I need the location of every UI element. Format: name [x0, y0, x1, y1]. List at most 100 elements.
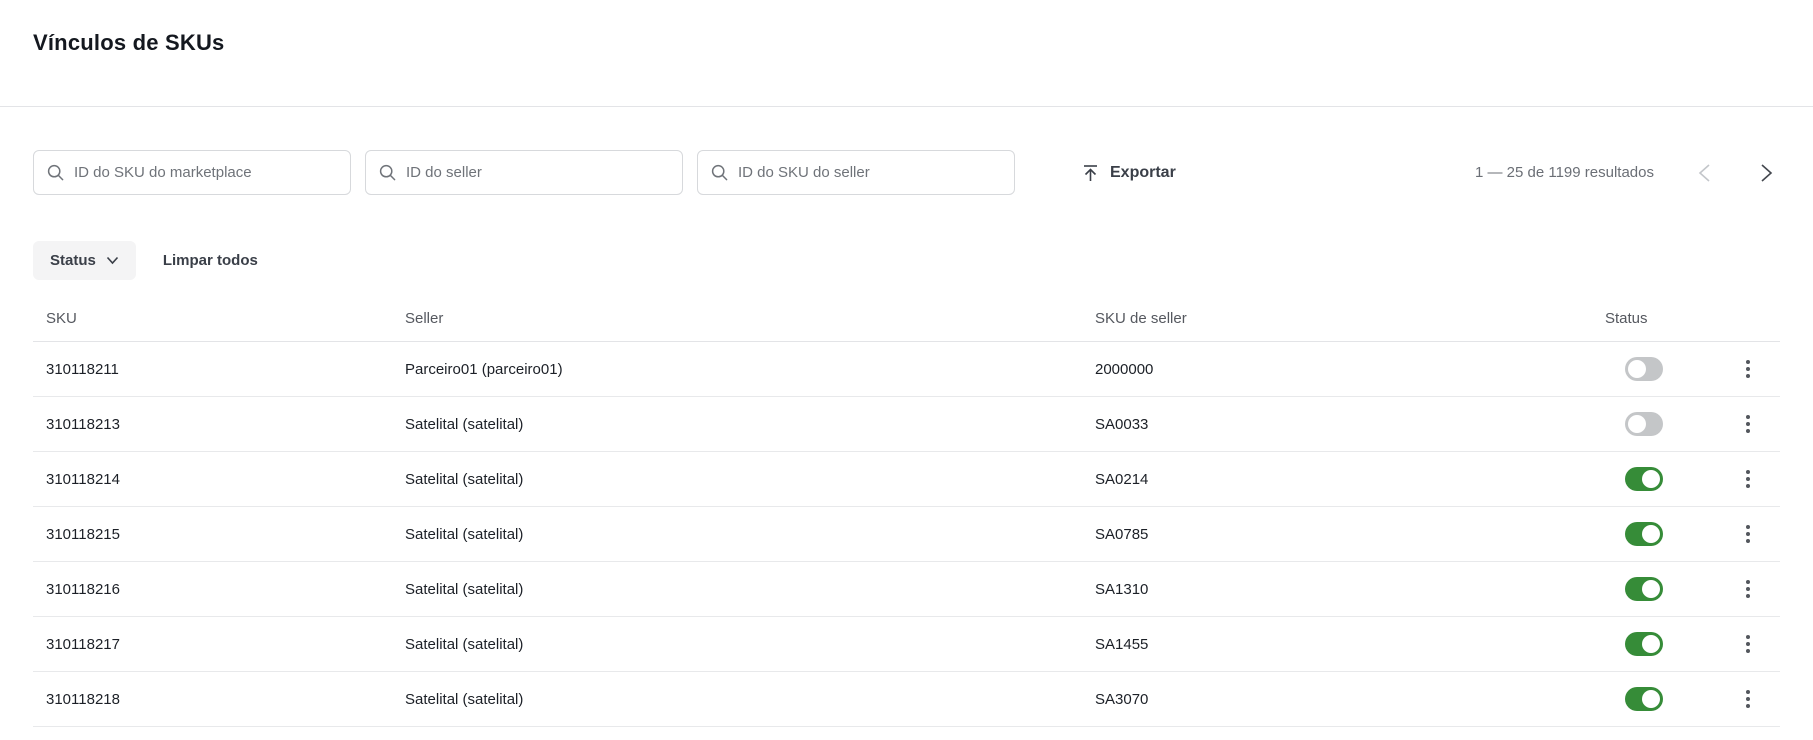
cell-sku: 310118213 — [46, 416, 405, 433]
toggle-knob — [1642, 580, 1660, 598]
row-actions-kebab-button[interactable] — [1740, 409, 1756, 439]
row-actions-kebab-button[interactable] — [1740, 629, 1756, 659]
cell-seller-sku: SA1310 — [1095, 581, 1605, 598]
row-actions-kebab-button[interactable] — [1740, 354, 1756, 384]
status-toggle[interactable] — [1625, 687, 1663, 711]
table-row: 310118217 Satelital (satelital) SA1455 — [33, 617, 1780, 672]
table-body: 310118211 Parceiro01 (parceiro01) 200000… — [33, 342, 1780, 727]
kebab-dot — [1746, 422, 1750, 426]
status-toggle[interactable] — [1625, 522, 1663, 546]
cell-seller-sku: SA1455 — [1095, 636, 1605, 653]
table-row: 310118215 Satelital (satelital) SA0785 — [33, 507, 1780, 562]
toggle-knob — [1642, 525, 1660, 543]
toggle-knob — [1642, 635, 1660, 653]
table-row: 310118216 Satelital (satelital) SA1310 — [33, 562, 1780, 617]
kebab-dot — [1746, 525, 1750, 529]
cell-seller: Satelital (satelital) — [405, 471, 1095, 488]
pagination: 1 — 25 de 1199 resultados — [1475, 159, 1780, 187]
kebab-dot — [1746, 470, 1750, 474]
cell-sku: 310118217 — [46, 636, 405, 653]
column-header-seller-sku: SKU de seller — [1095, 310, 1605, 327]
kebab-dot — [1746, 704, 1750, 708]
kebab-dot — [1746, 594, 1750, 598]
page-title: Vínculos de SKUs — [33, 30, 1780, 56]
cell-seller-sku: 2000000 — [1095, 361, 1605, 378]
filter-row: Status Limpar todos — [33, 241, 1780, 280]
cell-status — [1605, 632, 1715, 656]
column-header-sku: SKU — [46, 310, 405, 327]
status-filter-button[interactable]: Status — [33, 241, 136, 280]
toggle-knob — [1628, 360, 1646, 378]
row-actions-kebab-button[interactable] — [1740, 574, 1756, 604]
kebab-dot — [1746, 477, 1750, 481]
sku-links-page: Vínculos de SKUs — [0, 0, 1813, 727]
kebab-dot — [1746, 587, 1750, 591]
status-toggle[interactable] — [1625, 577, 1663, 601]
kebab-dot — [1746, 429, 1750, 433]
search-seller-input[interactable] — [365, 150, 683, 195]
status-toggle[interactable] — [1625, 357, 1663, 381]
chevron-down-icon — [106, 256, 119, 265]
row-actions-kebab-button[interactable] — [1740, 684, 1756, 714]
kebab-dot — [1746, 360, 1750, 364]
cell-status — [1605, 467, 1715, 491]
cell-seller: Satelital (satelital) — [405, 691, 1095, 708]
status-toggle[interactable] — [1625, 412, 1663, 436]
cell-seller-sku: SA0214 — [1095, 471, 1605, 488]
search-marketplace-sku-field — [33, 150, 351, 195]
kebab-dot — [1746, 374, 1750, 378]
chevron-right-icon — [1760, 163, 1773, 183]
row-actions-kebab-button[interactable] — [1740, 464, 1756, 494]
cell-seller: Satelital (satelital) — [405, 581, 1095, 598]
column-header-seller: Seller — [405, 310, 1095, 327]
kebab-dot — [1746, 642, 1750, 646]
cell-seller-sku: SA0033 — [1095, 416, 1605, 433]
page-header: Vínculos de SKUs — [0, 0, 1813, 107]
toggle-knob — [1628, 415, 1646, 433]
page-content: Exportar 1 — 25 de 1199 resultados St — [0, 150, 1813, 727]
clear-all-filters-button[interactable]: Limpar todos — [163, 252, 258, 269]
search-marketplace-sku-input[interactable] — [33, 150, 351, 195]
search-seller-sku-field — [697, 150, 1015, 195]
row-actions-kebab-button[interactable] — [1740, 519, 1756, 549]
kebab-dot — [1746, 367, 1750, 371]
table-row: 310118211 Parceiro01 (parceiro01) 200000… — [33, 342, 1780, 397]
cell-status — [1605, 412, 1715, 436]
kebab-dot — [1746, 635, 1750, 639]
cell-sku: 310118218 — [46, 691, 405, 708]
search-seller-sku-input[interactable] — [697, 150, 1015, 195]
cell-status — [1605, 522, 1715, 546]
export-button[interactable]: Exportar — [1077, 157, 1180, 189]
toggle-knob — [1642, 470, 1660, 488]
toggle-knob — [1642, 690, 1660, 708]
kebab-dot — [1746, 484, 1750, 488]
cell-sku: 310118211 — [46, 361, 405, 378]
cell-actions — [1715, 409, 1780, 439]
cell-actions — [1715, 464, 1780, 494]
cell-actions — [1715, 684, 1780, 714]
cell-actions — [1715, 574, 1780, 604]
export-button-label: Exportar — [1110, 164, 1176, 182]
table-header-row: SKU Seller SKU de seller Status — [33, 290, 1780, 342]
status-toggle[interactable] — [1625, 632, 1663, 656]
kebab-dot — [1746, 690, 1750, 694]
cell-sku: 310118216 — [46, 581, 405, 598]
pagination-results-text: 1 — 25 de 1199 resultados — [1475, 164, 1654, 181]
cell-seller: Satelital (satelital) — [405, 526, 1095, 543]
cell-status — [1605, 357, 1715, 381]
cell-seller: Satelital (satelital) — [405, 416, 1095, 433]
cell-status — [1605, 577, 1715, 601]
cell-seller-sku: SA0785 — [1095, 526, 1605, 543]
table-row: 310118218 Satelital (satelital) SA3070 — [33, 672, 1780, 727]
pagination-prev-button[interactable] — [1690, 159, 1718, 187]
cell-seller-sku: SA3070 — [1095, 691, 1605, 708]
kebab-dot — [1746, 532, 1750, 536]
cell-status — [1605, 687, 1715, 711]
chevron-left-icon — [1698, 163, 1711, 183]
pagination-next-button[interactable] — [1752, 159, 1780, 187]
kebab-dot — [1746, 697, 1750, 701]
status-toggle[interactable] — [1625, 467, 1663, 491]
column-header-status: Status — [1605, 310, 1715, 327]
upload-icon — [1081, 163, 1100, 183]
kebab-dot — [1746, 415, 1750, 419]
